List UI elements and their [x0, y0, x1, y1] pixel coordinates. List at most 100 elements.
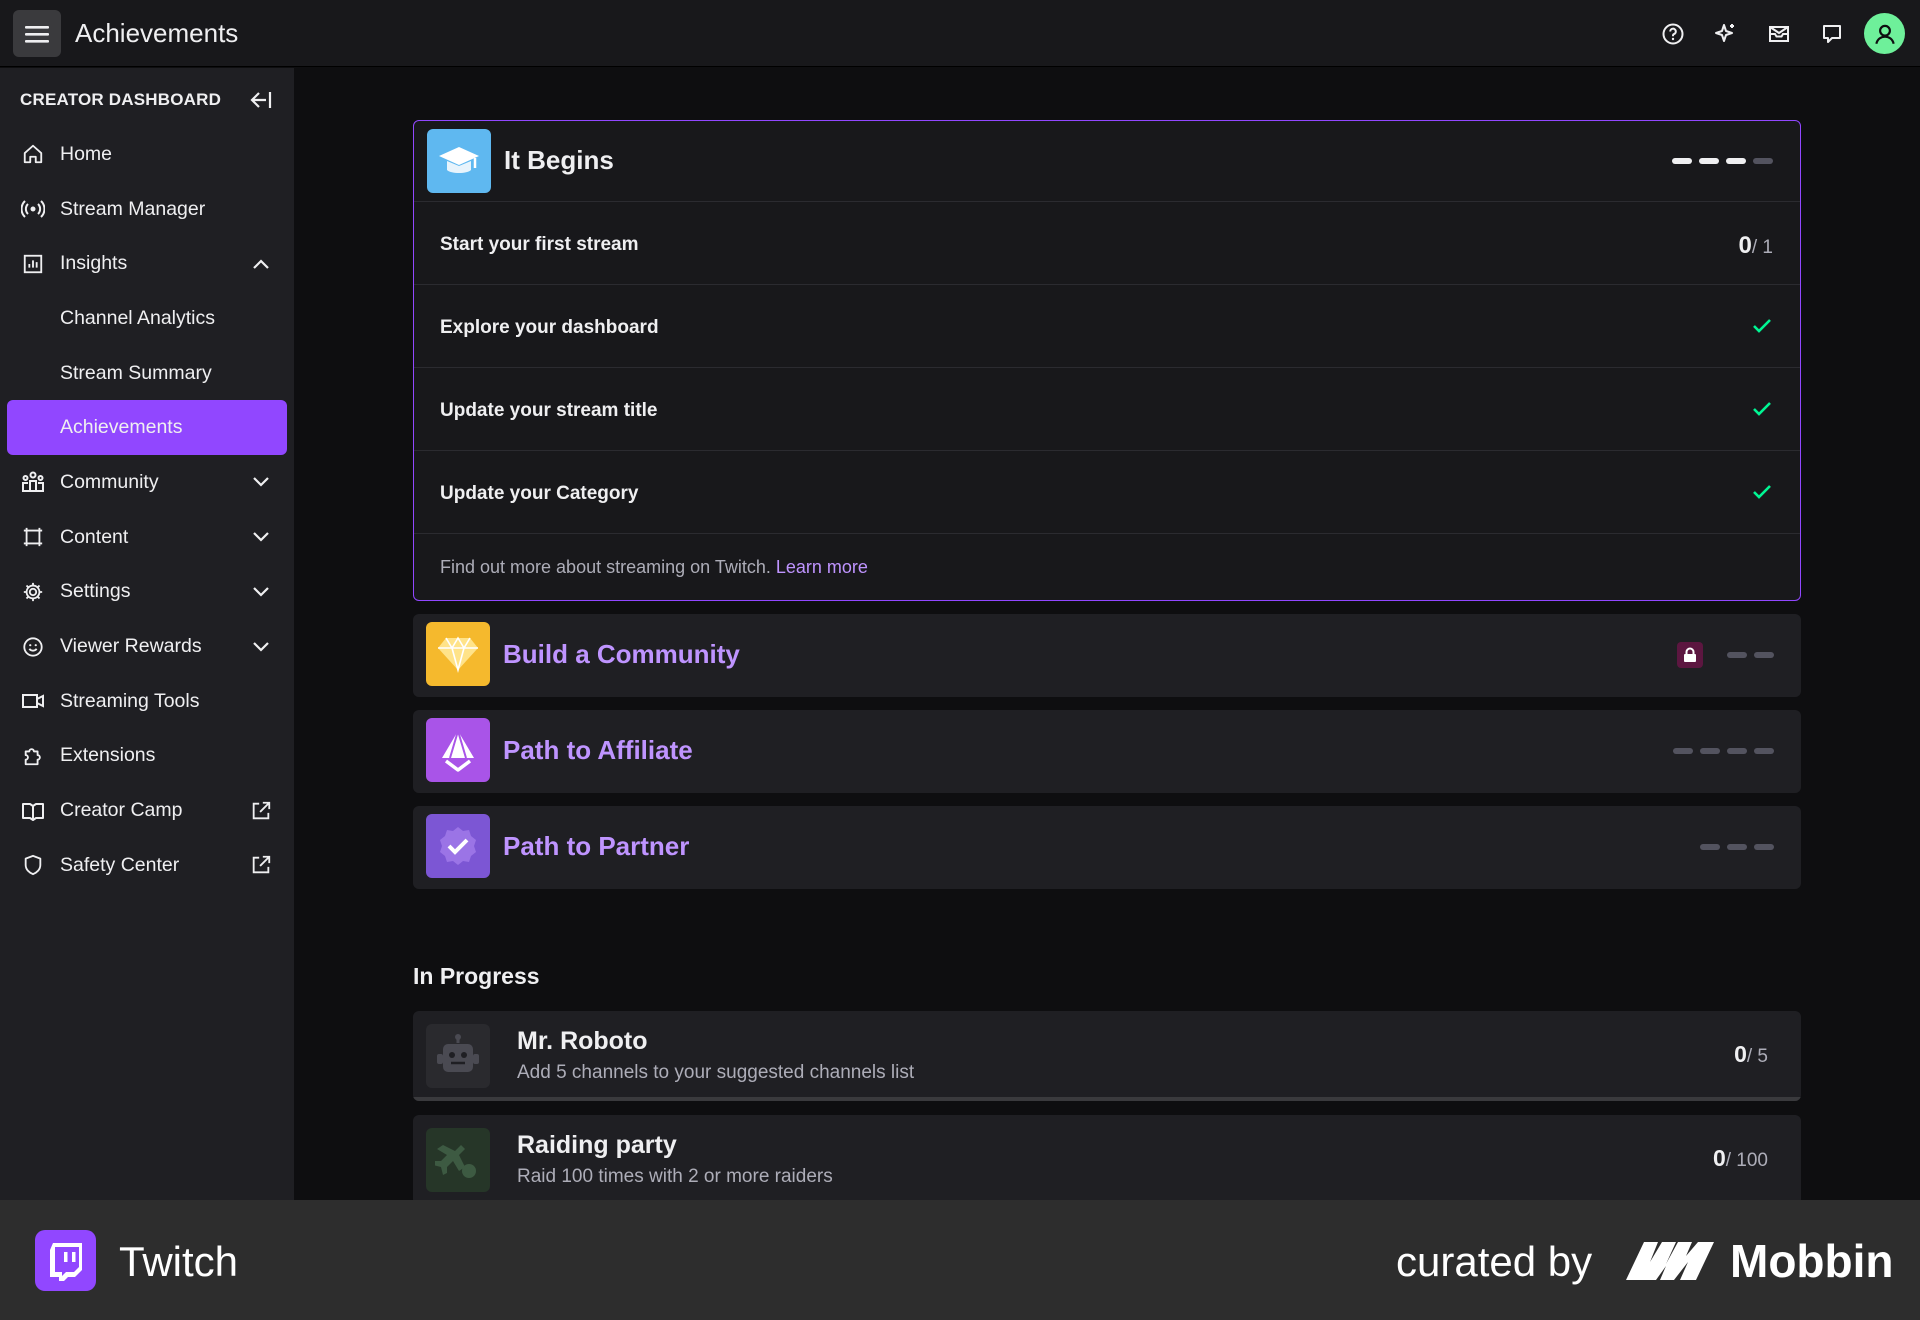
inbox-button[interactable]	[1757, 12, 1801, 56]
task-count-total: / 1	[1751, 237, 1773, 258]
task-count-current: 0	[1738, 232, 1752, 259]
sidebar-item-label: Home	[60, 142, 113, 165]
progress-segments	[1665, 158, 1773, 164]
sidebar-item-settings[interactable]: Settings	[7, 565, 287, 620]
progress-segment	[1753, 158, 1773, 164]
progress-segment	[1672, 158, 1692, 164]
mobbin-logo-icon	[1626, 1242, 1714, 1280]
sidebar-item-achievements[interactable]: Achievements	[7, 400, 287, 456]
help-icon	[1662, 23, 1684, 44]
progress-segment	[1699, 158, 1719, 164]
broadcast-icon	[20, 196, 46, 222]
sparkle-button[interactable]	[1704, 12, 1748, 56]
sidebar-item-label: Channel Analytics	[60, 306, 216, 329]
collapse-sidebar-button[interactable]	[247, 86, 275, 114]
sidebar-item-extensions[interactable]: Extensions	[7, 729, 287, 784]
in-progress-item-raiding-party[interactable]: Raiding party Raid 100 times with 2 or m…	[413, 1115, 1801, 1205]
achievement-card-build-community[interactable]: Build a Community	[413, 614, 1801, 697]
sidebar-item-viewer-rewards[interactable]: Viewer Rewards	[7, 619, 287, 674]
progress-segment	[1727, 748, 1747, 754]
content-icon	[20, 524, 46, 550]
progress-segment	[1700, 844, 1720, 850]
sidebar-item-stream-manager[interactable]: Stream Manager	[7, 182, 287, 237]
sidebar-item-label: Viewer Rewards	[60, 635, 202, 658]
sidebar-item-stream-summary[interactable]: Stream Summary	[7, 346, 287, 401]
hamburger-icon	[25, 25, 49, 43]
achievement-title: Build a Community	[503, 639, 740, 669]
in-progress-heading: In Progress	[413, 963, 540, 989]
external-link-icon	[249, 799, 273, 823]
smile-icon	[20, 634, 46, 660]
sidebar-header: CREATOR DASHBOARD	[20, 90, 222, 109]
mobbin-wordmark: Mobbin	[1730, 1235, 1894, 1287]
sidebar-item-label: Safety Center	[60, 853, 180, 876]
external-link-icon	[249, 853, 273, 877]
chevron-down-icon	[249, 635, 273, 659]
sidebar-item-insights[interactable]: Insights	[7, 236, 287, 291]
sidebar-item-creator-camp[interactable]: Creator Camp	[7, 783, 287, 838]
insights-icon	[20, 251, 46, 277]
sidebar-item-label: Creator Camp	[60, 799, 183, 822]
in-progress-item-mr-roboto[interactable]: Mr. Roboto Add 5 channels to your sugges…	[413, 1011, 1801, 1101]
curated-by-text: curated by	[1396, 1238, 1593, 1285]
partner-badge-icon	[426, 814, 490, 878]
achievement-description: Raid 100 times with 2 or more raiders	[517, 1166, 833, 1187]
whispers-button[interactable]	[1810, 12, 1854, 56]
sidebar-nav: Home Stream Manager Insights Channel Ana…	[7, 127, 287, 893]
progress-segments	[1720, 652, 1774, 658]
footer-text: Find out more about streaming on Twitch.…	[440, 557, 868, 578]
task-row[interactable]: Update your Category	[414, 451, 1800, 534]
checkmark-icon	[1753, 319, 1771, 333]
achievement-header[interactable]: It Begins	[414, 121, 1800, 202]
progress-segment	[1700, 748, 1720, 754]
learn-more-link[interactable]: Learn more	[776, 557, 868, 577]
achievement-footer: Find out more about streaming on Twitch.…	[414, 534, 1800, 600]
lock-icon	[1677, 642, 1703, 668]
sidebar-item-streaming-tools[interactable]: Streaming Tools	[7, 674, 287, 729]
task-row[interactable]: Update your stream title	[414, 368, 1800, 451]
achievement-count: 0/ 5	[1734, 1041, 1768, 1068]
book-icon	[20, 798, 46, 824]
sidebar: CREATOR DASHBOARD Home Stream Manager In…	[0, 68, 294, 1200]
checkmark-icon	[1753, 485, 1771, 499]
chevron-up-icon	[249, 252, 273, 276]
home-icon	[20, 141, 46, 167]
sidebar-item-content[interactable]: Content	[7, 510, 287, 565]
progress-segment	[1754, 844, 1774, 850]
count-current: 0	[1734, 1041, 1747, 1067]
sidebar-item-safety-center[interactable]: Safety Center	[7, 838, 287, 893]
achievement-description: Add 5 channels to your suggested channel…	[517, 1062, 915, 1083]
top-bar: Achievements	[0, 0, 1920, 67]
sidebar-item-home[interactable]: Home	[7, 127, 287, 182]
help-button[interactable]	[1651, 12, 1695, 56]
sidebar-item-label: Content	[60, 525, 129, 548]
gear-icon	[20, 579, 46, 605]
diamond-icon	[426, 622, 490, 686]
task-count: 0/ 1	[1739, 232, 1773, 260]
chevron-down-icon	[249, 580, 273, 604]
task-row[interactable]: Start your first stream 0/ 1	[414, 202, 1800, 285]
achievement-title: Path to Partner	[503, 831, 690, 861]
robot-icon	[426, 1024, 490, 1088]
sidebar-item-label: Community	[60, 470, 159, 493]
task-label: Update your stream title	[440, 400, 658, 421]
achievement-title: It Begins	[504, 145, 614, 175]
sidebar-item-channel-analytics[interactable]: Channel Analytics	[7, 291, 287, 346]
page-title: Achievements	[75, 18, 239, 48]
sidebar-item-label: Achievements	[60, 416, 183, 439]
camera-icon	[20, 688, 46, 714]
menu-button[interactable]	[13, 10, 61, 57]
achievement-card-path-to-affiliate[interactable]: Path to Affiliate	[413, 710, 1801, 793]
achievement-name: Mr. Roboto	[517, 1027, 648, 1055]
sidebar-item-community[interactable]: Community	[7, 455, 287, 510]
sidebar-item-label: Streaming Tools	[60, 689, 200, 712]
task-label: Update your Category	[440, 483, 639, 504]
achievement-card-path-to-partner[interactable]: Path to Partner	[413, 806, 1801, 889]
achievement-title: Path to Affiliate	[503, 735, 693, 765]
avatar[interactable]	[1864, 13, 1905, 54]
twitch-wordmark: Twitch	[119, 1238, 239, 1285]
twitch-logo-icon	[35, 1230, 96, 1291]
sparkle-icon	[1715, 23, 1734, 42]
raid-icon	[426, 1128, 490, 1192]
task-row[interactable]: Explore your dashboard	[414, 285, 1800, 368]
